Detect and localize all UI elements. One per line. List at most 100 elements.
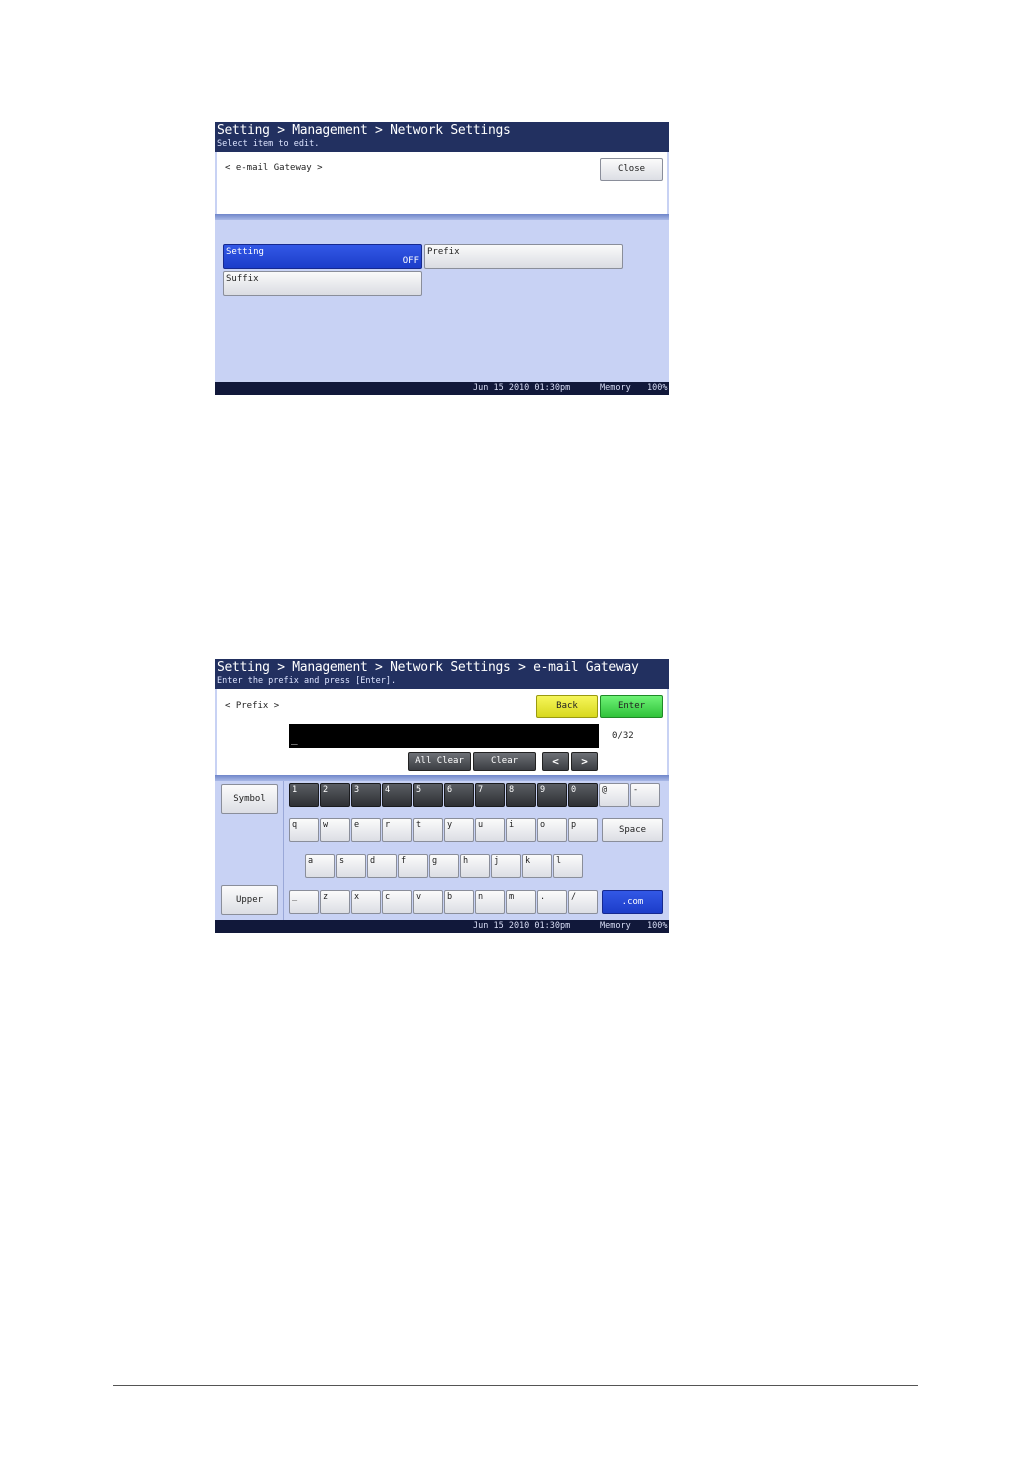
key-label: @ (602, 785, 608, 795)
key-row4-8[interactable]: . (537, 890, 567, 914)
page-footer-rule (113, 1385, 918, 1386)
instruction-text: Select item to edit. (217, 139, 320, 149)
key-row1-9[interactable]: 0 (568, 783, 598, 807)
keyboard-divider (283, 781, 284, 920)
key-row1-8[interactable]: 9 (537, 783, 567, 807)
key-row4-3[interactable]: c (382, 890, 412, 914)
option-prefix-label: Prefix (427, 247, 460, 257)
key-label: g (432, 856, 438, 866)
key-row1-2[interactable]: 3 (351, 783, 381, 807)
key-label: z (323, 892, 329, 902)
key-row3-8[interactable]: l (553, 854, 583, 878)
cursor-right-button[interactable]: > (571, 752, 598, 771)
key-label: 6 (447, 785, 453, 795)
key-row1-0[interactable]: 1 (289, 783, 319, 807)
dotcom-button[interactable]: .com (602, 890, 663, 914)
status-date: Jun 15 2010 01:30pm (473, 921, 571, 931)
key-row4-1[interactable]: z (320, 890, 350, 914)
key-row4-4[interactable]: v (413, 890, 443, 914)
arrow-right-icon: > (581, 755, 588, 768)
key-row1-6[interactable]: 7 (475, 783, 505, 807)
key-row2-5[interactable]: y (444, 818, 474, 842)
key-row3-1[interactable]: s (336, 854, 366, 878)
all-clear-button[interactable]: All Clear (408, 752, 471, 771)
key-row4-0[interactable]: _ (289, 890, 319, 914)
close-button[interactable]: Close (600, 158, 663, 181)
status-memory-label: Memory (600, 921, 631, 931)
key-row4-2[interactable]: x (351, 890, 381, 914)
key-label: w (323, 820, 329, 830)
option-setting[interactable]: Setting OFF (223, 244, 422, 269)
key-label: m (509, 892, 515, 902)
key-row2-9[interactable]: p (568, 818, 598, 842)
status-memory-value: 100% (647, 383, 668, 393)
title-bar: Setting > Management > Network Settings … (215, 122, 669, 152)
clear-button[interactable]: Clear (473, 752, 536, 771)
key-label: l (556, 856, 562, 866)
key-row2-0[interactable]: q (289, 818, 319, 842)
key-label: j (494, 856, 500, 866)
key-row1-11[interactable]: - (630, 783, 660, 807)
key-label: s (339, 856, 345, 866)
key-row1-7[interactable]: 8 (506, 783, 536, 807)
option-prefix[interactable]: Prefix (424, 244, 623, 269)
key-row3-2[interactable]: d (367, 854, 397, 878)
key-row2-8[interactable]: o (537, 818, 567, 842)
key-row2-2[interactable]: e (351, 818, 381, 842)
option-setting-label: Setting (226, 247, 264, 257)
upper-button[interactable]: Upper (221, 885, 278, 915)
key-row3-7[interactable]: k (522, 854, 552, 878)
status-memory-label: Memory (600, 383, 631, 393)
key-label: 5 (416, 785, 422, 795)
space-button[interactable]: Space (602, 818, 663, 842)
key-label: o (540, 820, 546, 830)
enter-button[interactable]: Enter (600, 695, 663, 718)
key-row3-3[interactable]: f (398, 854, 428, 878)
breadcrumb: Setting > Management > Network Settings (217, 123, 511, 138)
back-button[interactable]: Back (536, 695, 598, 718)
key-row2-7[interactable]: i (506, 818, 536, 842)
key-row4-6[interactable]: n (475, 890, 505, 914)
key-row3-5[interactable]: h (460, 854, 490, 878)
key-label: r (385, 820, 391, 830)
header-separator (215, 214, 669, 220)
arrow-left-icon: < (552, 755, 559, 768)
symbol-button[interactable]: Symbol (221, 784, 278, 814)
key-label: a (308, 856, 314, 866)
key-row3-4[interactable]: g (429, 854, 459, 878)
instruction-text: Enter the prefix and press [Enter]. (217, 676, 397, 686)
key-label: h (463, 856, 469, 866)
key-row1-1[interactable]: 2 (320, 783, 350, 807)
key-row4-9[interactable]: / (568, 890, 598, 914)
key-label: - (633, 785, 639, 795)
key-row1-10[interactable]: @ (599, 783, 629, 807)
key-label: n (478, 892, 484, 902)
key-label: / (571, 892, 577, 902)
key-row1-5[interactable]: 6 (444, 783, 474, 807)
prefix-input[interactable]: _ (289, 724, 599, 748)
cursor-left-button[interactable]: < (542, 752, 569, 771)
key-row2-3[interactable]: r (382, 818, 412, 842)
key-row2-4[interactable]: t (413, 818, 443, 842)
key-row4-7[interactable]: m (506, 890, 536, 914)
key-row3-0[interactable]: a (305, 854, 335, 878)
key-label: u (478, 820, 484, 830)
key-row1-4[interactable]: 5 (413, 783, 443, 807)
key-row4-5[interactable]: b (444, 890, 474, 914)
key-label: f (401, 856, 407, 866)
option-suffix[interactable]: Suffix (223, 271, 422, 296)
key-row3-6[interactable]: j (491, 854, 521, 878)
key-label: 1 (292, 785, 298, 795)
key-label: i (509, 820, 515, 830)
title-bar: Setting > Management > Network Settings … (215, 659, 669, 689)
key-row2-1[interactable]: w (320, 818, 350, 842)
key-label: 0 (571, 785, 577, 795)
breadcrumb: Setting > Management > Network Settings … (217, 660, 639, 675)
key-label: 9 (540, 785, 546, 795)
key-label: 8 (509, 785, 515, 795)
key-row2-6[interactable]: u (475, 818, 505, 842)
section-label: < Prefix > (225, 701, 280, 711)
key-label: . (540, 892, 546, 902)
key-row1-3[interactable]: 4 (382, 783, 412, 807)
key-label: p (571, 820, 577, 830)
